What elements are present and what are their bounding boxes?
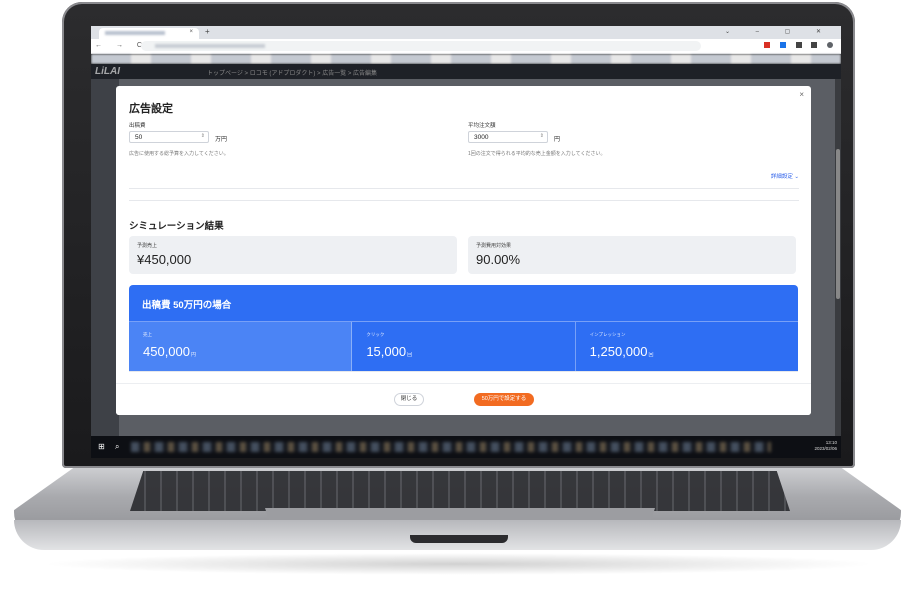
- avg-order-input[interactable]: 3000 ⇕: [468, 131, 548, 143]
- divider: [129, 200, 799, 201]
- window-controls[interactable]: ⌄ – ▢ ✕: [725, 28, 833, 35]
- metric-value-row: 1,250,000回: [590, 344, 784, 359]
- avg-order-unit: 円: [554, 137, 561, 143]
- close-button[interactable]: 閉じる: [394, 393, 424, 406]
- app-sidebar: [91, 79, 119, 436]
- card-value: 90.00%: [476, 252, 521, 267]
- scenario-title: 出稿費 50万円の場合: [142, 300, 232, 311]
- metric-label: インプレッション: [589, 332, 626, 337]
- avg-order-hint: 1回の注文で得られる平均的な売上金額を入力してください。: [468, 151, 606, 157]
- metric-suffix: 回: [407, 352, 413, 358]
- metric-clicks: クリック 15,000回: [352, 322, 576, 371]
- results-title: シミュレーション結果: [129, 221, 224, 232]
- start-icon[interactable]: ⊞: [98, 442, 105, 451]
- advanced-settings-toggle[interactable]: 詳細設定 ⌄: [771, 172, 799, 180]
- budget-value: 50: [135, 134, 143, 141]
- extension-icon[interactable]: [795, 42, 802, 48]
- clock-date: 2023/02/06: [814, 446, 837, 451]
- apply-budget-button[interactable]: 50万円で設定する: [474, 393, 534, 406]
- page-scrollbar[interactable]: [835, 79, 841, 436]
- stepper-icon[interactable]: ⇕: [540, 133, 544, 139]
- close-icon[interactable]: ×: [799, 90, 804, 99]
- metric-value-row: 450,000円: [143, 344, 337, 359]
- taskbar-clock: 13:10 2023/02/06: [814, 440, 837, 452]
- browser-tab[interactable]: ×: [99, 28, 199, 39]
- avg-order-value: 3000: [474, 134, 489, 141]
- avg-order-label: 平均注文額: [468, 123, 496, 129]
- tab-title-blurred: [105, 31, 165, 35]
- stepper-icon[interactable]: ⇕: [201, 133, 205, 139]
- browser-tabbar: × + ⌄ – ▢ ✕: [91, 26, 841, 39]
- budget-input[interactable]: 50 ⇕: [129, 131, 209, 143]
- metric-label: クリック: [366, 332, 385, 337]
- laptop-notch: [410, 535, 508, 543]
- scenario-metrics: 売上 450,000円 クリック 15,000回 インプレッション 1,250,…: [129, 321, 798, 371]
- metric-value: 15,000: [366, 344, 407, 359]
- card-value: ¥450,000: [137, 252, 192, 267]
- metric-value: 1,250,000: [589, 344, 648, 359]
- search-icon[interactable]: ⌕: [115, 442, 119, 452]
- taskbar-apps-blurred: [131, 442, 771, 452]
- extension-icon[interactable]: [779, 42, 786, 48]
- extension-icon[interactable]: [811, 42, 818, 48]
- app-header: LiLAI トップページ > ロコモ (アドプロダクト) > 広告一覧 > 広告…: [91, 64, 841, 79]
- new-tab-button[interactable]: +: [205, 27, 210, 36]
- modal-title: 広告設定: [129, 103, 173, 115]
- metric-suffix: 回: [648, 352, 654, 358]
- browser-toolbar: ← → C ⌂: [91, 39, 841, 54]
- metric-value-row: 15,000回: [366, 344, 560, 359]
- metric-impressions: インプレッション 1,250,000回: [576, 322, 798, 371]
- tab-close-icon[interactable]: ×: [189, 29, 193, 35]
- ad-settings-modal: × 広告設定 出稿費 50 ⇕ 万円 広告に使用する総予算を入力してください。 …: [116, 86, 811, 415]
- predicted-sales-card: 予測売上 ¥450,000: [129, 236, 457, 274]
- divider: [129, 188, 799, 189]
- metric-label: 売上: [143, 332, 152, 337]
- extension-icon[interactable]: [764, 42, 771, 48]
- laptop-screen: × + ⌄ – ▢ ✕ ← → C ⌂ LiLAI トップページ > ロコモ (…: [91, 26, 841, 458]
- laptop-keyboard: [130, 471, 790, 511]
- card-label: 予測売上: [137, 243, 158, 249]
- predicted-roas-card: 予測費用対効果 90.00%: [468, 236, 796, 274]
- card-label: 予測費用対効果: [476, 243, 512, 249]
- breadcrumb: トップページ > ロコモ (アドプロダクト) > 広告一覧 > 広告編集: [207, 71, 378, 77]
- modal-footer: 閉じる 50万円で設定する: [116, 383, 811, 415]
- metric-suffix: 円: [191, 352, 197, 358]
- metric-sales: 売上 450,000円: [129, 322, 353, 371]
- laptop-shadow: [40, 553, 877, 575]
- budget-hint: 広告に使用する総予算を入力してください。: [129, 151, 229, 157]
- address-url-blurred: [155, 44, 265, 48]
- metric-value: 450,000: [143, 344, 190, 359]
- app-logo[interactable]: LiLAI: [95, 66, 120, 77]
- budget-label: 出稿費: [129, 123, 146, 129]
- os-taskbar: ⊞ ⌕ 13:10 2023/02/06: [91, 436, 841, 458]
- profile-avatar[interactable]: [827, 42, 833, 48]
- extension-icons[interactable]: [761, 42, 833, 49]
- bookmarks-bar-blurred: [91, 54, 841, 64]
- scrollbar-thumb[interactable]: [836, 149, 840, 299]
- address-bar[interactable]: [141, 41, 701, 51]
- budget-unit: 万円: [215, 137, 228, 143]
